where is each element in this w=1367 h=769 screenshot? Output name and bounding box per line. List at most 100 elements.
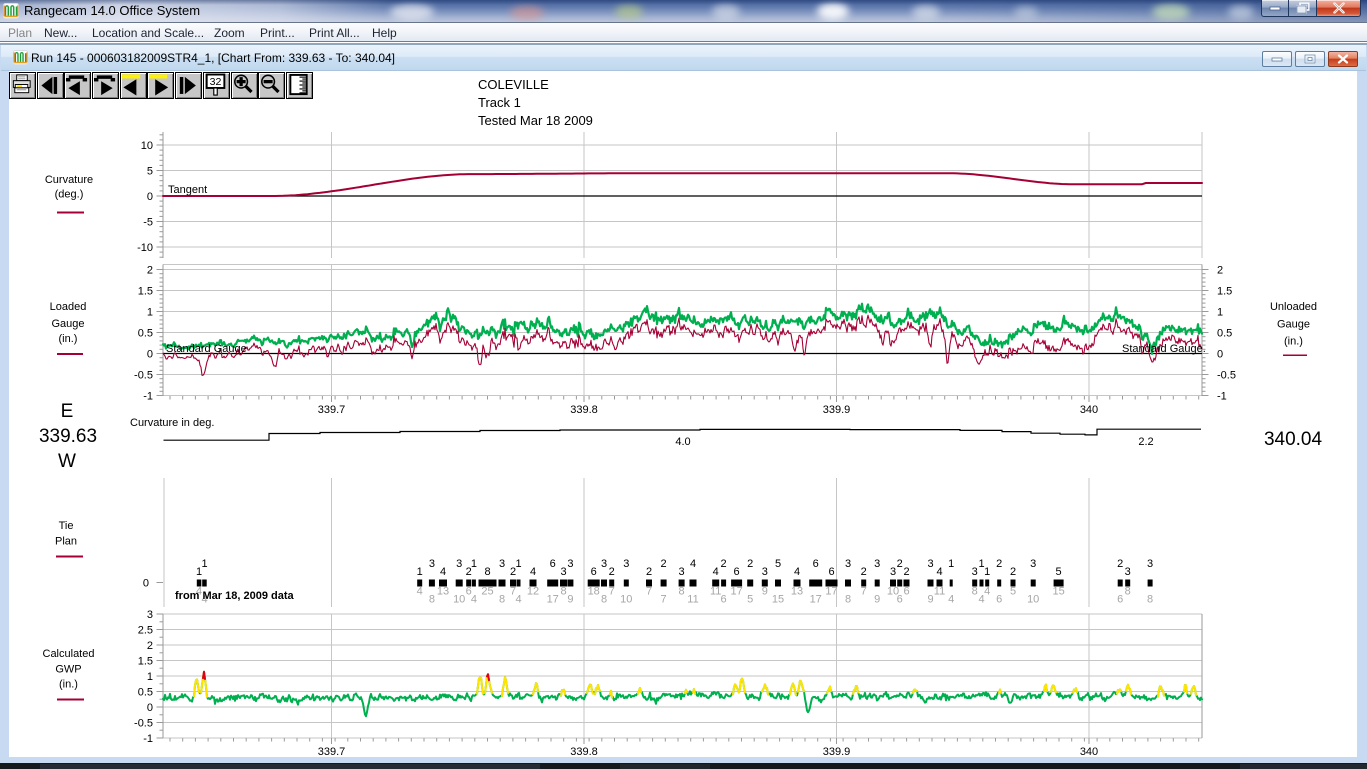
- svg-text:4.0: 4.0: [675, 436, 690, 448]
- svg-text:12: 12: [527, 586, 539, 598]
- svg-text:4: 4: [530, 566, 536, 578]
- svg-text:3: 3: [1147, 558, 1153, 570]
- svg-text:9: 9: [874, 594, 880, 606]
- svg-text:3: 3: [890, 566, 896, 578]
- svg-text:1.5: 1.5: [138, 656, 153, 668]
- svg-text:4: 4: [948, 594, 954, 606]
- svg-text:17: 17: [547, 594, 559, 606]
- svg-text:2.5: 2.5: [138, 625, 153, 637]
- svg-text:(deg.): (deg.): [55, 189, 84, 201]
- svg-text:4: 4: [440, 566, 446, 578]
- svg-text:Calculated: Calculated: [43, 648, 95, 660]
- svg-text:1: 1: [147, 307, 153, 319]
- svg-text:11: 11: [687, 594, 698, 606]
- svg-text:E: E: [61, 401, 74, 422]
- svg-text:3: 3: [762, 566, 768, 578]
- svg-text:-1: -1: [143, 733, 153, 745]
- svg-text:3: 3: [874, 558, 880, 570]
- svg-text:25: 25: [481, 586, 493, 598]
- svg-text:4: 4: [713, 566, 719, 578]
- svg-text:Curvature in deg.: Curvature in deg.: [130, 417, 214, 429]
- svg-text:9: 9: [567, 594, 573, 606]
- svg-text:3: 3: [1125, 566, 1131, 578]
- svg-text:Tangent: Tangent: [168, 184, 207, 196]
- svg-text:Unloaded: Unloaded: [1270, 301, 1317, 313]
- svg-text:9: 9: [762, 586, 768, 598]
- svg-text:3: 3: [560, 566, 566, 578]
- svg-text:Curvature: Curvature: [45, 174, 93, 186]
- svg-text:-0.5: -0.5: [134, 370, 153, 382]
- svg-text:15: 15: [772, 594, 784, 606]
- svg-text:10: 10: [620, 594, 632, 606]
- svg-text:3: 3: [147, 609, 153, 621]
- svg-text:2: 2: [646, 566, 652, 578]
- svg-text:1.5: 1.5: [1217, 286, 1232, 298]
- svg-text:18: 18: [588, 586, 600, 598]
- svg-text:4: 4: [936, 566, 942, 578]
- svg-text:5: 5: [747, 594, 753, 606]
- svg-text:8: 8: [1125, 586, 1131, 598]
- svg-text:-1: -1: [1217, 391, 1227, 403]
- svg-text:4: 4: [794, 566, 800, 578]
- svg-text:Gauge: Gauge: [51, 318, 84, 330]
- svg-text:8: 8: [499, 594, 505, 606]
- svg-text:Gauge: Gauge: [1277, 319, 1310, 331]
- svg-text:2: 2: [897, 558, 903, 570]
- svg-text:6: 6: [591, 566, 597, 578]
- svg-text:-0.5: -0.5: [134, 718, 153, 730]
- svg-text:2: 2: [996, 558, 1002, 570]
- svg-text:3: 3: [927, 558, 933, 570]
- svg-text:W: W: [58, 451, 76, 472]
- svg-text:6: 6: [813, 558, 819, 570]
- svg-text:6: 6: [734, 566, 740, 578]
- svg-text:0.5: 0.5: [138, 687, 153, 699]
- svg-text:2: 2: [1217, 265, 1223, 277]
- svg-text:3: 3: [623, 558, 629, 570]
- svg-text:GWP: GWP: [55, 664, 81, 676]
- svg-text:4: 4: [690, 558, 696, 570]
- svg-text:1: 1: [984, 566, 990, 578]
- svg-text:8: 8: [484, 566, 490, 578]
- svg-text:3: 3: [845, 558, 851, 570]
- svg-text:4: 4: [471, 594, 477, 606]
- svg-text:13: 13: [791, 586, 803, 598]
- svg-text:3: 3: [972, 566, 978, 578]
- svg-text:8: 8: [429, 594, 435, 606]
- svg-text:2: 2: [747, 558, 753, 570]
- svg-text:3: 3: [1030, 558, 1036, 570]
- svg-text:8: 8: [560, 586, 566, 598]
- svg-text:2: 2: [147, 640, 153, 652]
- svg-text:1: 1: [515, 558, 521, 570]
- svg-text:339.9: 339.9: [823, 746, 851, 758]
- svg-text:from Mar 18, 2009 data: from Mar 18, 2009 data: [175, 590, 294, 602]
- svg-text:6: 6: [828, 566, 834, 578]
- svg-text:0: 0: [147, 191, 153, 203]
- svg-text:10: 10: [1027, 594, 1039, 606]
- svg-text:339.9: 339.9: [823, 404, 851, 416]
- svg-text:1: 1: [417, 566, 423, 578]
- svg-text:2: 2: [721, 558, 727, 570]
- svg-text:2: 2: [1010, 566, 1016, 578]
- svg-text:4: 4: [515, 594, 521, 606]
- svg-text:-1: -1: [143, 391, 153, 403]
- svg-text:Standard Gauge.: Standard Gauge.: [1122, 343, 1206, 355]
- svg-text:5: 5: [147, 166, 153, 178]
- svg-text:8: 8: [972, 586, 978, 598]
- svg-text:Standard Gauge: Standard Gauge: [166, 343, 247, 355]
- svg-text:4: 4: [417, 586, 423, 598]
- svg-text:7: 7: [861, 586, 867, 598]
- svg-text:(in.): (in.): [1284, 336, 1303, 348]
- svg-text:339.7: 339.7: [318, 746, 346, 758]
- svg-text:3: 3: [567, 558, 573, 570]
- svg-text:3: 3: [456, 558, 462, 570]
- svg-text:6: 6: [550, 558, 556, 570]
- svg-text:7: 7: [646, 586, 652, 598]
- svg-text:0.5: 0.5: [1217, 328, 1232, 340]
- svg-text:0.5: 0.5: [138, 328, 153, 340]
- svg-text:2: 2: [147, 265, 153, 277]
- svg-text:7: 7: [661, 594, 667, 606]
- svg-text:0: 0: [1217, 349, 1223, 361]
- svg-text:1.5: 1.5: [138, 286, 153, 298]
- svg-text:0: 0: [147, 349, 153, 361]
- svg-text:3: 3: [429, 558, 435, 570]
